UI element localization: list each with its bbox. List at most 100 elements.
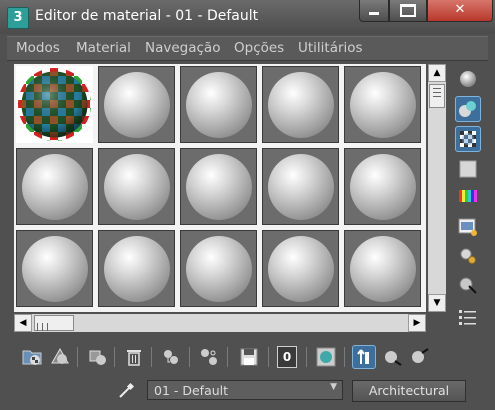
material-name-dropdown[interactable]: 01 - Default ▼ xyxy=(147,380,343,400)
material-sphere-icon xyxy=(104,236,170,302)
material-sphere-icon xyxy=(104,154,170,220)
vertical-scroll-thumb[interactable] xyxy=(429,84,445,108)
sample-slot-1[interactable] xyxy=(16,66,93,143)
sample-slot-9[interactable] xyxy=(262,148,339,225)
options-button[interactable] xyxy=(455,243,481,269)
put-to-scene-button[interactable] xyxy=(48,345,72,369)
vertical-scrollbar[interactable]: ▲ ▼ xyxy=(428,64,446,312)
toolbar-separator xyxy=(151,347,152,367)
material-sphere-icon xyxy=(104,72,170,138)
material-id-channel-button[interactable]: 0 xyxy=(277,346,297,368)
copy-material-button[interactable] xyxy=(159,345,183,369)
menu-modos[interactable]: Modos xyxy=(16,40,60,56)
sample-slot-10[interactable] xyxy=(344,148,421,225)
3dsmax-app-icon[interactable]: 3 xyxy=(7,7,29,29)
select-by-material-icon xyxy=(459,277,477,294)
sample-slot-11[interactable] xyxy=(16,230,93,307)
maximize-icon xyxy=(400,4,416,17)
sample-slot-8[interactable] xyxy=(180,148,257,225)
sample-slot-5[interactable] xyxy=(344,66,421,143)
sample-slot-15[interactable] xyxy=(344,230,421,307)
material-sphere-icon xyxy=(22,154,88,220)
make-preview-button[interactable] xyxy=(455,214,481,240)
pick-material-from-object-button[interactable] xyxy=(116,381,136,401)
toolbar-separator xyxy=(268,347,269,367)
menu-navegacao[interactable]: Navegação xyxy=(145,40,220,56)
go-forward-to-sibling-icon xyxy=(412,348,429,363)
menu-opcoes[interactable]: Opções xyxy=(234,40,284,56)
toolbar-separator xyxy=(227,347,228,367)
backlight-button[interactable] xyxy=(455,96,481,122)
material-type-button[interactable]: Architectural xyxy=(352,380,466,402)
make-unique-button[interactable] xyxy=(197,345,221,369)
scroll-up-button[interactable]: ▲ xyxy=(428,64,446,82)
toolbar-separator xyxy=(344,347,345,367)
copy-material-icon xyxy=(164,350,178,364)
sample-type-button[interactable] xyxy=(455,66,481,92)
toolbar-separator xyxy=(306,347,307,367)
assign-to-selection-icon xyxy=(89,350,106,365)
menu-material[interactable]: Material xyxy=(76,40,131,56)
toolbar-separator xyxy=(189,347,190,367)
horizontal-scrollbar[interactable]: ◀ ▶ xyxy=(14,314,426,332)
sample-type-sphere-icon xyxy=(460,71,476,87)
menu-bar: Modos Material Navegação Opções Utilitár… xyxy=(7,36,488,61)
material-sphere-icon xyxy=(186,154,252,220)
menu-utilitarios[interactable]: Utilitários xyxy=(298,40,363,56)
material-sphere-icon xyxy=(268,72,334,138)
put-to-library-button[interactable] xyxy=(237,345,261,369)
scroll-right-button[interactable]: ▶ xyxy=(408,314,426,332)
sample-slot-13[interactable] xyxy=(180,230,257,307)
scroll-down-button[interactable]: ▼ xyxy=(428,294,446,312)
horizontal-scroll-thumb[interactable] xyxy=(34,315,74,331)
minimize-icon xyxy=(369,12,379,15)
sample-slot-14[interactable] xyxy=(262,230,339,307)
sample-slot-3[interactable] xyxy=(180,66,257,143)
background-button[interactable] xyxy=(455,126,481,152)
show-end-result-button[interactable] xyxy=(352,345,376,369)
sample-uv-tiling-button[interactable] xyxy=(455,156,481,182)
material-editor-window: 3 Editor de material - 01 - Default ✕ Mo… xyxy=(0,0,495,410)
make-unique-icon xyxy=(201,349,217,365)
trash-icon xyxy=(127,350,141,366)
toolbar-separator xyxy=(114,347,115,367)
material-sphere-icon xyxy=(186,72,252,138)
sample-slot-6[interactable] xyxy=(16,148,93,225)
select-by-material-button[interactable] xyxy=(455,272,481,298)
go-forward-to-sibling-button[interactable] xyxy=(408,345,432,369)
close-button[interactable]: ✕ xyxy=(427,0,493,22)
close-icon: ✕ xyxy=(454,2,466,17)
material-sphere-icon xyxy=(268,154,334,220)
sample-slots-grid xyxy=(14,64,426,312)
get-material-icon xyxy=(22,350,42,365)
scroll-left-button[interactable]: ◀ xyxy=(14,314,32,332)
show-shaded-material-button[interactable] xyxy=(314,345,338,369)
show-shaded-material-icon xyxy=(316,347,336,367)
eyedropper-icon xyxy=(119,382,135,398)
material-name-value: 01 - Default xyxy=(154,383,229,398)
sample-slot-4[interactable] xyxy=(262,66,339,143)
title-bar[interactable]: 3 Editor de material - 01 - Default ✕ xyxy=(0,0,495,34)
options-icon xyxy=(460,248,476,264)
get-material-button[interactable] xyxy=(20,345,44,369)
backlight-icon xyxy=(459,101,476,117)
checker-material-sphere-icon xyxy=(18,68,91,141)
chevron-down-icon: ▼ xyxy=(330,382,337,392)
reset-map-button[interactable] xyxy=(122,345,146,369)
sample-slot-12[interactable] xyxy=(98,230,175,307)
make-preview-icon xyxy=(458,218,477,236)
material-navigator-button[interactable] xyxy=(455,304,481,330)
video-color-check-icon xyxy=(459,190,477,202)
save-icon xyxy=(240,348,258,366)
material-sphere-icon xyxy=(350,236,416,302)
sample-slot-7[interactable] xyxy=(98,148,175,225)
window-title: Editor de material - 01 - Default xyxy=(35,8,259,24)
minimize-button[interactable] xyxy=(359,0,389,22)
material-sphere-icon xyxy=(268,236,334,302)
assign-to-selection-button[interactable] xyxy=(85,345,109,369)
toolbar-separator xyxy=(77,347,78,367)
go-to-parent-button[interactable] xyxy=(381,345,405,369)
maximize-button[interactable] xyxy=(389,0,427,22)
video-color-check-button[interactable] xyxy=(455,184,481,210)
sample-slot-2[interactable] xyxy=(98,66,175,143)
